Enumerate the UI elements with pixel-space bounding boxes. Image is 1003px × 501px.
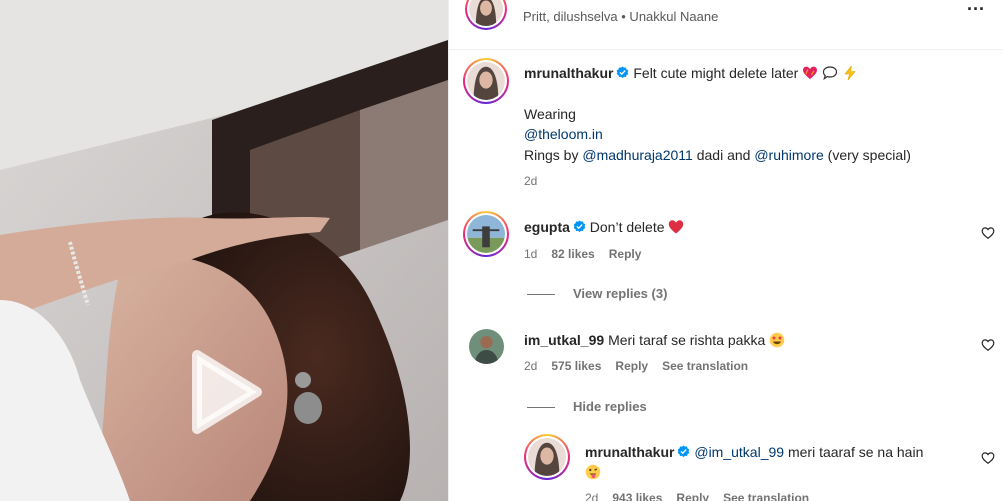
- like-reply-button[interactable]: [981, 451, 995, 465]
- verified-badge-icon: [677, 445, 690, 458]
- comment-author-avatar[interactable]: [469, 329, 504, 364]
- comment-meta: 1d 82 likes Reply: [524, 247, 641, 261]
- verified-badge-icon: [616, 66, 629, 79]
- reply-author-avatar[interactable]: [524, 434, 570, 480]
- replies-line: [527, 294, 555, 296]
- comment-reply-button[interactable]: Reply: [615, 359, 648, 373]
- comment-likes-count[interactable]: 575 likes: [551, 359, 601, 373]
- caption-rings-mid: dadi and: [692, 147, 755, 163]
- reply-likes-count[interactable]: 943 likes: [612, 491, 662, 501]
- like-comment-button[interactable]: [981, 226, 995, 240]
- header-divider: [449, 49, 1003, 50]
- reply-username[interactable]: mrunalthakur: [585, 444, 674, 460]
- reel-video[interactable]: [0, 0, 448, 501]
- comment-line: im_utkal_99 Meri taraf se rishta pakka: [524, 331, 785, 349]
- star-struck-emoji: [769, 332, 785, 348]
- heart-outline-icon: [981, 227, 995, 239]
- tongue-wink-emoji: [585, 464, 601, 480]
- comment-username[interactable]: egupta: [524, 219, 570, 235]
- reply-meta: 2d 943 likes Reply See translation: [585, 491, 809, 501]
- view-replies-label: View replies (3): [573, 286, 668, 301]
- caption-text: Felt cute might delete later: [633, 65, 799, 81]
- comment-username[interactable]: im_utkal_99: [524, 332, 604, 348]
- speech-bubble-emoji: [822, 65, 838, 81]
- comment-meta: 2d 575 likes Reply See translation: [524, 359, 748, 373]
- verified-badge-icon: [573, 220, 586, 233]
- comment-timestamp[interactable]: 2d: [524, 359, 537, 373]
- red-heart-emoji: [668, 219, 684, 235]
- mention-link-im-utkal[interactable]: @im_utkal_99: [694, 444, 784, 460]
- replies-line: [527, 407, 555, 409]
- comment-timestamp[interactable]: 1d: [524, 247, 537, 261]
- caption-timestamp[interactable]: 2d: [524, 174, 537, 188]
- caption-username[interactable]: mrunalthakur: [524, 65, 613, 81]
- hide-replies-button[interactable]: Hide replies: [527, 399, 647, 414]
- view-replies-button[interactable]: View replies (3): [527, 286, 667, 301]
- comment-author-avatar[interactable]: [463, 211, 509, 257]
- heart-on-fire-emoji: [802, 65, 818, 81]
- audio-attribution[interactable]: Pritt, dilushselva • Unakkul Naane: [523, 9, 718, 24]
- caption-line-brand: @theloom.in: [524, 125, 603, 143]
- more-options-icon[interactable]: ...: [967, 0, 985, 15]
- reply-emoji-line: [585, 463, 601, 481]
- like-comment-button[interactable]: [981, 338, 995, 352]
- mention-link-madhuraja[interactable]: @madhuraja2011: [582, 147, 692, 163]
- caption-line-rings: Rings by @madhuraja2011 dadi and @ruhimo…: [524, 146, 911, 164]
- reply-reply-button[interactable]: Reply: [676, 491, 709, 501]
- caption-rings-prefix: Rings by: [524, 147, 583, 163]
- caption-author-avatar[interactable]: [463, 58, 509, 104]
- mention-link-theloom[interactable]: @theloom.in: [524, 126, 603, 142]
- caption-first-line: mrunalthakur Felt cute might delete late…: [524, 64, 858, 82]
- post-author-avatar[interactable]: [465, 0, 507, 30]
- reply-see-translation-button[interactable]: See translation: [723, 491, 809, 501]
- comment-line: egupta Don’t delete: [524, 218, 684, 236]
- reply-text: meri taaraf se na hain: [784, 444, 924, 460]
- comment-text: Don’t delete: [589, 219, 665, 235]
- heart-outline-icon: [981, 339, 995, 351]
- play-icon: [192, 350, 262, 434]
- caption-rings-suffix: (very special): [823, 147, 911, 163]
- play-button[interactable]: [175, 345, 270, 440]
- hide-replies-label: Hide replies: [573, 399, 647, 414]
- reply-timestamp[interactable]: 2d: [585, 491, 598, 501]
- see-translation-button[interactable]: See translation: [662, 359, 748, 373]
- heart-outline-icon: [981, 452, 995, 464]
- comment-text: Meri taraf se rishta pakka: [608, 332, 766, 348]
- reply-line: mrunalthakur @im_utkal_99 meri taaraf se…: [585, 443, 923, 461]
- caption-line-wearing: Wearing: [524, 106, 576, 122]
- mention-link-ruhimore[interactable]: @ruhimore: [754, 147, 823, 163]
- lightning-emoji: [842, 65, 858, 81]
- comment-reply-button[interactable]: Reply: [609, 247, 642, 261]
- comments-panel: Pritt, dilushselva • Unakkul Naane ... m…: [448, 0, 1003, 501]
- comment-likes-count[interactable]: 82 likes: [551, 247, 594, 261]
